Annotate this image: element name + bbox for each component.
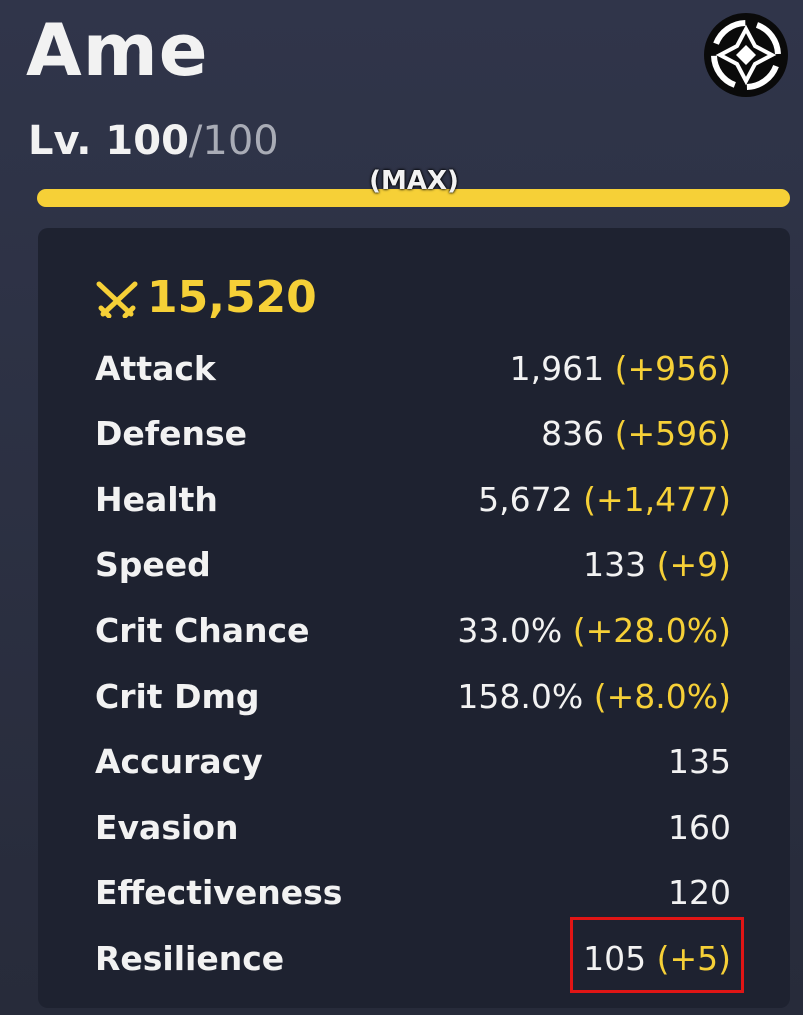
stat-row-health: Health 5,672 (+1,477) <box>95 474 731 524</box>
stat-bonus: (+956) <box>614 348 731 388</box>
stat-label: Effectiveness <box>95 873 343 913</box>
crossed-swords-icon <box>96 281 138 318</box>
stat-value-group: 1,961 (+956) <box>510 349 731 388</box>
stat-row-evasion: Evasion 160 <box>95 802 731 852</box>
stat-row-crit-chance: Crit Chance 33.0% (+28.0%) <box>95 605 731 655</box>
stat-value-group: 160 <box>668 808 731 847</box>
level-value: 100 <box>105 118 189 164</box>
stat-row-defense: Defense 836 (+596) <box>95 409 731 459</box>
max-label: (MAX) <box>369 166 459 196</box>
stat-label: Accuracy <box>95 742 263 782</box>
stat-label: Resilience <box>95 938 285 978</box>
stat-value: 120 <box>668 873 731 913</box>
stat-value: 1,961 <box>509 348 605 388</box>
stat-value: 836 <box>541 414 605 454</box>
class-emblem-icon[interactable] <box>703 12 789 98</box>
stat-label: Evasion <box>95 807 239 847</box>
stat-value-group: 33.0% (+28.0%) <box>457 611 731 650</box>
stat-value: 160 <box>668 807 731 847</box>
stat-value: 135 <box>668 742 731 782</box>
stat-value-group: 120 <box>668 873 731 912</box>
stat-value-group: 135 <box>668 742 731 781</box>
stat-label: Speed <box>95 545 211 585</box>
stat-bonus: (+28.0%) <box>572 610 731 650</box>
combat-power: 15,520 <box>95 272 317 323</box>
stat-bonus: (+9) <box>656 545 731 585</box>
stat-label: Crit Chance <box>95 610 310 650</box>
stat-row-attack: Attack 1,961 (+956) <box>95 343 731 393</box>
highlight-box <box>570 917 744 993</box>
stat-value: 133 <box>583 545 647 585</box>
stat-label: Defense <box>95 414 248 454</box>
stat-row-crit-dmg: Crit Dmg 158.0% (+8.0%) <box>95 671 731 721</box>
stat-bonus: (+1,477) <box>583 479 731 519</box>
combat-power-value: 15,520 <box>147 272 317 323</box>
stat-label: Crit Dmg <box>95 676 260 716</box>
stat-value: 158.0% <box>457 676 584 716</box>
max-level: /100 <box>188 118 279 164</box>
stat-row-accuracy: Accuracy 135 <box>95 737 731 787</box>
stat-row-effectiveness: Effectiveness 120 <box>95 868 731 918</box>
stat-bonus: (+596) <box>614 414 731 454</box>
level-display: Lv. 100/100 <box>28 118 279 164</box>
stat-bonus: (+8.0%) <box>593 676 731 716</box>
stat-row-speed: Speed 133 (+9) <box>95 540 731 590</box>
stat-value-group: 133 (+9) <box>583 545 731 584</box>
stat-value: 5,672 <box>478 479 573 519</box>
stat-value-group: 836 (+596) <box>541 414 731 453</box>
stat-value-group: 158.0% (+8.0%) <box>457 677 731 716</box>
stat-label: Health <box>95 479 218 519</box>
stat-label: Attack <box>95 348 216 388</box>
stat-value-group: 5,672 (+1,477) <box>478 480 731 519</box>
level-prefix: Lv. <box>28 118 106 164</box>
character-name: Ame <box>26 8 209 92</box>
stat-value: 33.0% <box>457 610 563 650</box>
